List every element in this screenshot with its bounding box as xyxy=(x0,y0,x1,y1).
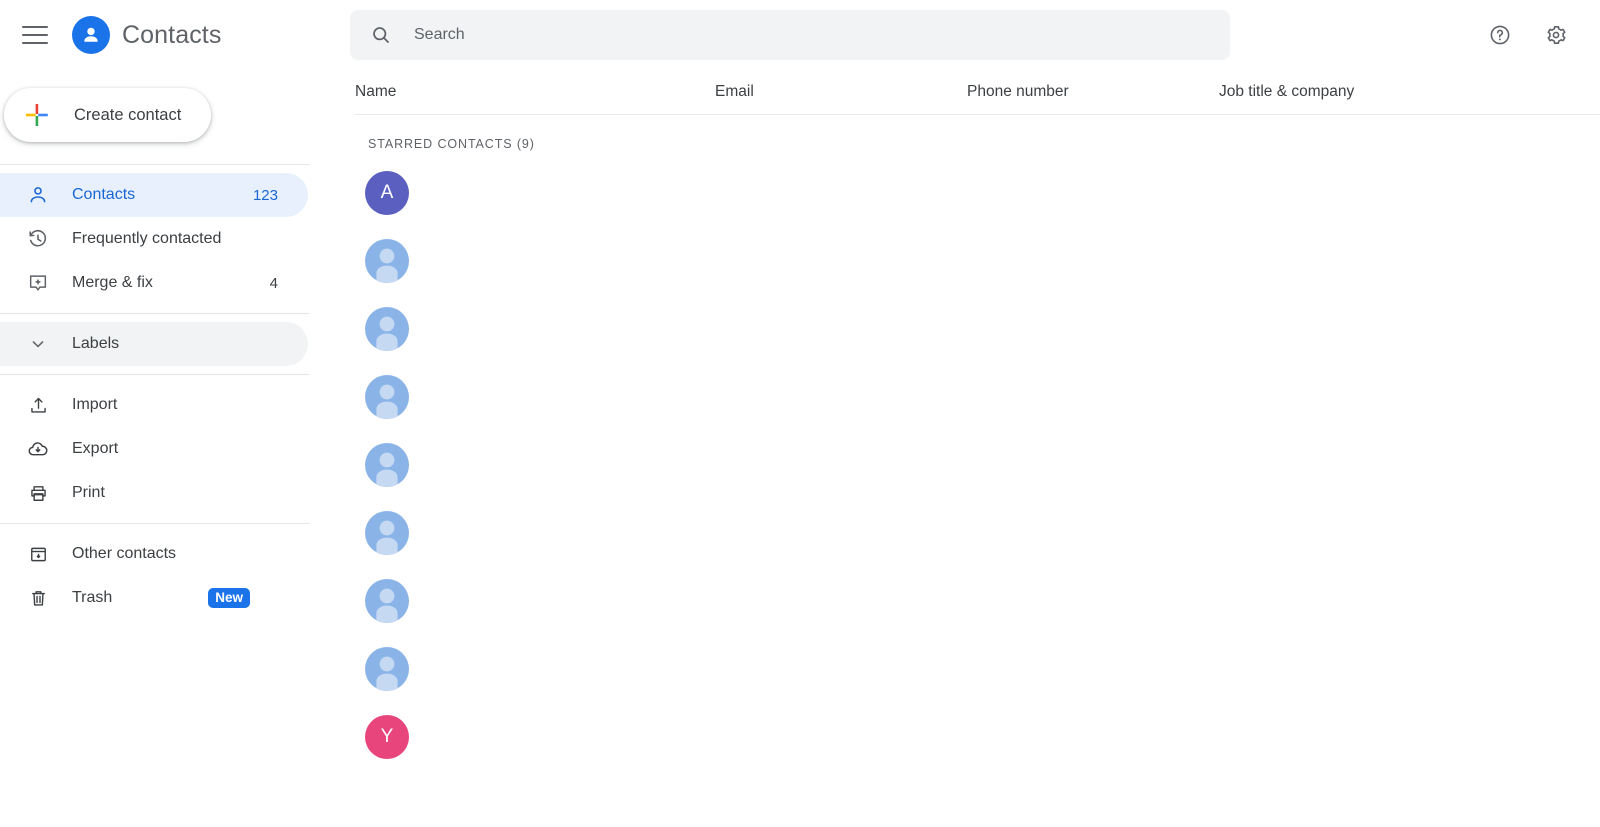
nav-group-storage: Other contacts Trash New xyxy=(0,524,340,628)
section-label-starred-contacts: STARRED CONTACTS (9) xyxy=(368,137,535,151)
table-row[interactable]: A xyxy=(355,159,1600,227)
sidebar-item-print[interactable]: Print xyxy=(0,471,308,515)
sidebar-item-label: Merge & fix xyxy=(72,274,153,291)
google-plus-icon xyxy=(24,102,50,128)
avatar[interactable] xyxy=(365,579,409,623)
table-row[interactable] xyxy=(355,499,1600,567)
sidebar-item-label: Contacts xyxy=(72,186,136,203)
table-column-headers: Name Email Phone number Job title & comp… xyxy=(340,70,1600,114)
gear-icon[interactable] xyxy=(1534,13,1578,57)
sidebar-item-trash[interactable]: Trash New xyxy=(0,576,308,620)
sidebar-item-label: Frequently contacted xyxy=(72,230,222,247)
sidebar-item-merge-and-fix[interactable]: Merge & fix 4 xyxy=(0,261,308,305)
create-contact-wrap: Create contact xyxy=(0,70,340,142)
hamburger-menu-icon[interactable] xyxy=(22,24,50,46)
cloud-download-icon xyxy=(26,437,50,461)
avatar-initial: Y xyxy=(380,726,394,747)
search-icon xyxy=(370,24,392,46)
avatar[interactable]: A xyxy=(365,171,409,215)
table-row[interactable]: Y xyxy=(355,703,1600,771)
sidebar-item-export[interactable]: Export xyxy=(0,427,308,471)
sidebar-item-count: 123 xyxy=(252,186,278,204)
sidebar-item-label: Trash xyxy=(72,589,113,606)
status-badge: New xyxy=(208,587,250,609)
brand-row: Contacts xyxy=(0,0,340,70)
sidebar-item-label: Import xyxy=(72,396,118,413)
sidebar-item-frequently-contacted[interactable]: Frequently contacted xyxy=(0,217,308,261)
sidebar-item-label: Export xyxy=(72,440,119,457)
sidebar-item-import[interactable]: Import xyxy=(0,383,308,427)
column-header-phone: Phone number xyxy=(967,83,1069,100)
contact-list: AY xyxy=(340,159,1600,771)
merge-sparkle-icon xyxy=(26,271,50,295)
sidebar-item-contacts[interactable]: Contacts 123 xyxy=(0,173,308,217)
chevron-down-icon xyxy=(26,332,50,356)
sidebar-item-label: Other contacts xyxy=(72,545,177,562)
table-row[interactable] xyxy=(355,295,1600,363)
printer-icon xyxy=(26,481,50,505)
person-circle-icon xyxy=(72,16,110,54)
column-header-name: Name xyxy=(355,83,397,100)
history-clock-icon xyxy=(26,227,50,251)
nav-group-labels: Labels xyxy=(0,314,340,374)
column-header-job: Job title & company xyxy=(1219,83,1355,100)
sidebar-item-label: Labels xyxy=(72,335,120,352)
contacts-app: Contacts Create contact Contacts 123 Fre… xyxy=(0,0,1600,827)
sidebar-item-label: Print xyxy=(72,484,105,501)
top-bar xyxy=(340,0,1600,70)
avatar[interactable] xyxy=(365,239,409,283)
nav-group-main: Contacts 123 Frequently contacted Merge … xyxy=(0,165,340,313)
sidebar-item-labels[interactable]: Labels xyxy=(0,322,308,366)
sidebar-item-count: 4 xyxy=(269,274,278,292)
upload-icon xyxy=(26,393,50,417)
main-content: Name Email Phone number Job title & comp… xyxy=(340,0,1600,827)
help-circle-icon[interactable] xyxy=(1478,13,1522,57)
table-row[interactable] xyxy=(355,363,1600,431)
table-row[interactable] xyxy=(355,567,1600,635)
table-row[interactable] xyxy=(355,635,1600,703)
avatar-initial: A xyxy=(380,182,394,203)
create-contact-button[interactable]: Create contact xyxy=(4,88,212,142)
nav-group-tools: Import Export Print xyxy=(0,375,340,523)
archive-box-icon xyxy=(26,542,50,566)
avatar[interactable] xyxy=(365,511,409,555)
sidebar-item-other-contacts[interactable]: Other contacts xyxy=(0,532,308,576)
sidebar: Contacts Create contact Contacts 123 Fre… xyxy=(0,0,340,827)
create-contact-label: Create contact xyxy=(74,105,182,124)
page-title: Contacts xyxy=(122,20,222,49)
search-box[interactable] xyxy=(350,10,1230,60)
avatar[interactable]: Y xyxy=(365,715,409,759)
table-row[interactable] xyxy=(355,227,1600,295)
column-header-email: Email xyxy=(715,83,754,100)
avatar[interactable] xyxy=(365,375,409,419)
avatar[interactable] xyxy=(365,307,409,351)
person-icon xyxy=(26,183,50,207)
avatar[interactable] xyxy=(365,443,409,487)
avatar[interactable] xyxy=(365,647,409,691)
trash-icon xyxy=(26,586,50,610)
search-input[interactable] xyxy=(414,26,1210,44)
table-row[interactable] xyxy=(355,431,1600,499)
